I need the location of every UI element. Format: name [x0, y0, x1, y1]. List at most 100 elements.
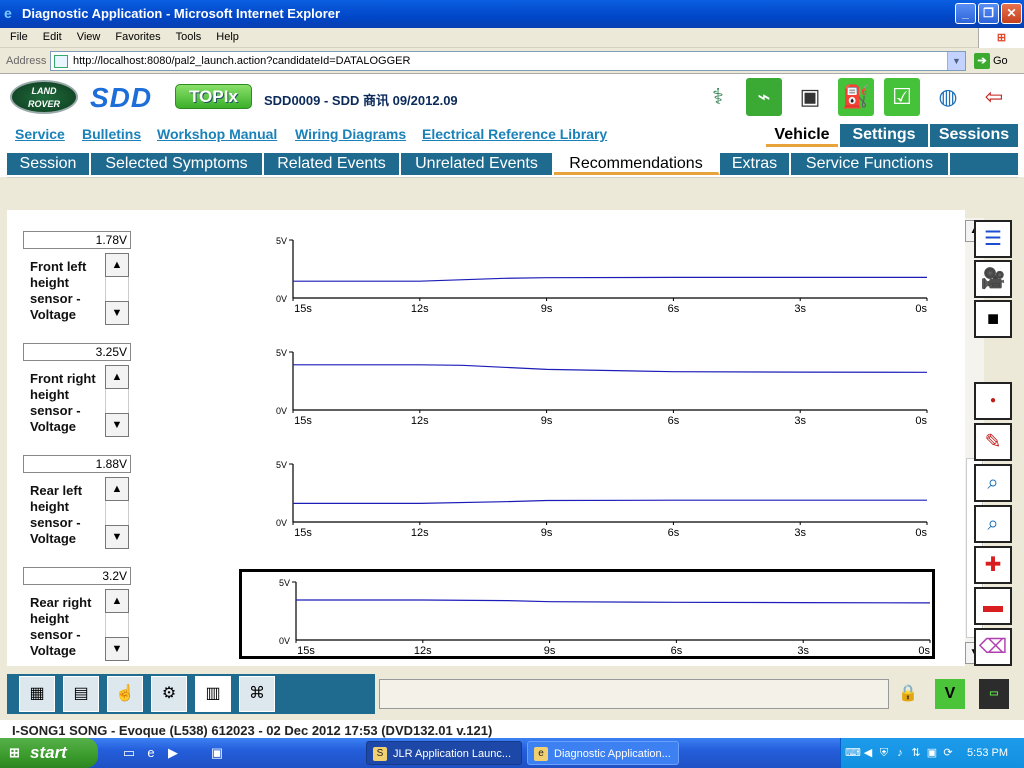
signal-graph[interactable]: 5V 0V 15s 12s 9s 6s 3s 0s [239, 454, 935, 542]
tab-vehicle[interactable]: Vehicle [766, 124, 838, 147]
x-tick-label: 12s [414, 645, 432, 657]
close-button[interactable]: ✕ [1001, 3, 1022, 24]
stethoscope-icon[interactable]: ⚕ [700, 78, 736, 116]
vehicle-network-icon[interactable]: ⌘ [239, 676, 275, 712]
scale-up-button[interactable]: ▲ [105, 477, 129, 501]
x-tick-label: 9s [544, 645, 556, 657]
kph-record-icon[interactable]: ● [974, 382, 1012, 420]
x-tick-label: 15s [294, 527, 312, 539]
logo-line1: LAND [31, 86, 57, 96]
globe-download-icon[interactable]: ◍ [930, 78, 966, 116]
tray-keyboard-icon[interactable]: ⌨ [845, 746, 861, 760]
data-table-icon[interactable]: ▦ [19, 676, 55, 712]
maximize-button[interactable]: ❐ [978, 3, 999, 24]
kph-grid-icon[interactable]: ▤ [63, 676, 99, 712]
tab-service-functions[interactable]: Service Functions [791, 153, 950, 175]
tab-related-events[interactable]: Related Events [264, 153, 401, 175]
signal-graph[interactable]: 5V 0V 15s 12s 9s 6s 3s 0s [239, 342, 935, 430]
tab-unrelated-events[interactable]: Unrelated Events [401, 153, 554, 175]
list-icon[interactable]: ☰ [974, 220, 1012, 258]
menu-favorites[interactable]: Favorites [105, 28, 165, 43]
tray-device-icon[interactable]: ▣ [925, 746, 939, 760]
address-dropdown-icon[interactable]: ▼ [947, 52, 965, 70]
tray-back-icon[interactable]: ◀ [861, 746, 875, 760]
kph-remove-icon[interactable]: ▬ [974, 587, 1012, 625]
link-electrical-reference-library[interactable]: Electrical Reference Library [422, 126, 607, 142]
menu-help[interactable]: Help [206, 28, 244, 43]
battery-icon[interactable]: ▣ [792, 78, 828, 116]
zoom-graph-icon[interactable]: ⌕ [974, 464, 1012, 502]
window-title: Diagnostic Application - Microsoft Inter… [22, 6, 341, 21]
network-config-icon[interactable]: ⚙ [151, 676, 187, 712]
tray-volume-icon[interactable]: ♪ [893, 746, 907, 760]
media-player-icon[interactable]: ▶ [164, 744, 182, 762]
scale-down-button[interactable]: ▼ [105, 413, 129, 437]
link-workshop-manual[interactable]: Workshop Manual [157, 126, 277, 142]
link-service[interactable]: Service [15, 126, 65, 142]
stepper-track [105, 613, 129, 637]
zoom-graph-alt-icon[interactable]: ⌕ [974, 505, 1012, 543]
fuel-can-icon[interactable]: ⛽ [838, 78, 874, 116]
camera-icon[interactable]: 🎥 [974, 260, 1012, 298]
app-quicklaunch-icon[interactable]: ▣ [208, 744, 226, 762]
menu-tools[interactable]: Tools [166, 28, 207, 43]
show-desktop-icon[interactable]: ▭ [120, 744, 138, 762]
x-tick-label: 3s [794, 415, 806, 427]
go-button[interactable]: ➔ Go [972, 51, 1020, 71]
exit-door-icon[interactable]: ⇦ [976, 78, 1012, 116]
stop-icon[interactable]: ■ [974, 300, 1012, 338]
signal-scale-stepper: ▲ ▼ [105, 365, 129, 437]
x-tick-label: 15s [294, 303, 312, 315]
line-chart: 5V 0V 15s 12s 9s 6s 3s 0s [276, 348, 928, 427]
tray-network-icon[interactable]: ⇅ [909, 746, 923, 760]
menu-view[interactable]: View [67, 28, 106, 43]
scale-up-button[interactable]: ▲ [105, 253, 129, 277]
signal-value: 3.25V [23, 343, 131, 361]
start-button[interactable]: ⊞ start [0, 738, 98, 768]
series-line [296, 599, 931, 604]
tab-recommendations[interactable]: Recommendations [554, 153, 720, 175]
topix-button[interactable]: TOPIx [175, 84, 252, 109]
scale-down-button[interactable]: ▼ [105, 525, 129, 549]
task-label: JLR Application Launc... [393, 748, 512, 760]
minimize-button[interactable]: _ [955, 3, 976, 24]
task-diagnostic-application[interactable]: e Diagnostic Application... [527, 741, 679, 765]
signal-name: Front right height sensor - Voltage [30, 371, 96, 434]
link-wiring-diagrams[interactable]: Wiring Diagrams [295, 126, 406, 142]
x-tick-label: 0s [918, 645, 930, 657]
tab-session[interactable]: Session [7, 153, 91, 175]
plug-icon[interactable]: ⌁ [746, 78, 782, 116]
signal-graph-selected[interactable]: 5V 0V 15s 12s 9s 6s 3s 0s [239, 569, 935, 659]
scale-down-button[interactable]: ▼ [105, 637, 129, 661]
ie-task-icon: e [534, 747, 548, 761]
y-tick-label: 5V [276, 236, 287, 246]
signal-name: Rear right height sensor - Voltage [30, 595, 92, 658]
kph-list-icon[interactable]: ▥ [195, 676, 231, 712]
notes-icon[interactable]: ✎ [974, 423, 1012, 461]
signal-value: 1.88V [23, 455, 131, 473]
menu-file[interactable]: File [0, 28, 33, 43]
task-jlr-application-launcher[interactable]: S JLR Application Launc... [366, 741, 522, 765]
tray-shield-icon[interactable]: ⛨ [877, 746, 891, 760]
tray-update-icon[interactable]: ⟳ [941, 746, 955, 760]
tab-extras[interactable]: Extras [720, 153, 791, 175]
scale-down-button[interactable]: ▼ [105, 301, 129, 325]
tab-selected-symptoms[interactable]: Selected Symptoms [91, 153, 264, 175]
tab-settings[interactable]: Settings [840, 124, 928, 147]
menu-edit[interactable]: Edit [33, 28, 67, 43]
x-tick-label: 0s [915, 527, 927, 539]
scale-up-button[interactable]: ▲ [105, 365, 129, 389]
link-row: Service Bulletins Workshop Manual Wiring… [0, 124, 1024, 151]
wireless-check-icon[interactable]: ☑ [884, 78, 920, 116]
line-chart: 5V 0V 15s 12s 9s 6s 3s 0s [276, 236, 928, 315]
link-bulletins[interactable]: Bulletins [82, 126, 141, 142]
signal-graph[interactable]: 5V 0V 15s 12s 9s 6s 3s 0s [239, 230, 935, 318]
kph-add-icon[interactable]: ✚ [974, 546, 1012, 584]
address-field[interactable]: http://localhost:8080/pal2_launch.action… [50, 51, 966, 71]
tab-sessions[interactable]: Sessions [930, 124, 1018, 147]
touch-select-icon[interactable]: ☝ [107, 676, 143, 712]
scale-up-button[interactable]: ▲ [105, 589, 129, 613]
address-url[interactable]: http://localhost:8080/pal2_launch.action… [73, 55, 410, 67]
eraser-icon[interactable]: ⌫ [974, 628, 1012, 666]
ie-quicklaunch-icon[interactable]: e [142, 744, 160, 762]
